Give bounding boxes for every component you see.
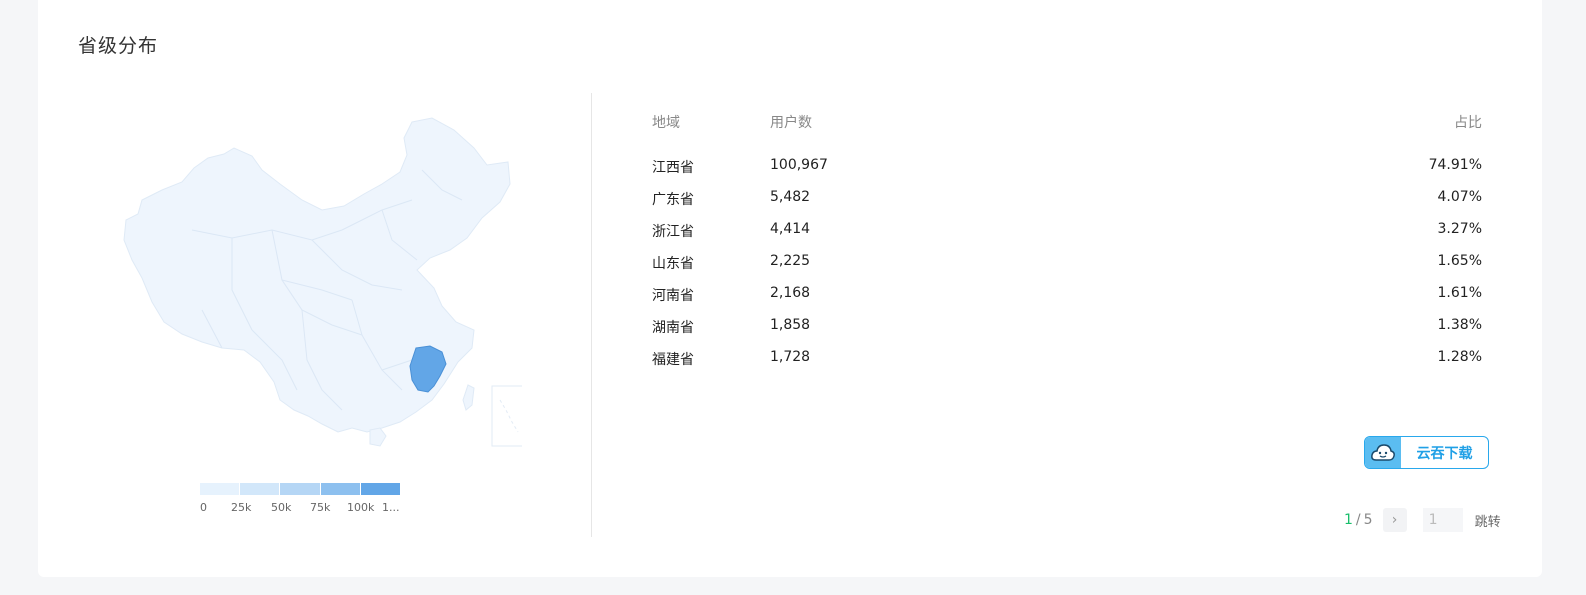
table-row: 江西省 100,967 74.91%	[652, 157, 1482, 189]
chevron-right-icon: ›	[1391, 512, 1398, 528]
legend-swatch	[240, 483, 281, 495]
legend-swatch	[320, 483, 361, 495]
legend-label: 100k	[347, 501, 375, 514]
row-ratio: 1.28%	[1437, 349, 1482, 365]
table-row: 山东省 2,225 1.65%	[652, 253, 1482, 285]
table-row: 广东省 5,482 4.07%	[652, 189, 1482, 221]
legend-gradient-bar	[200, 483, 401, 495]
pagination: 1 / 5 › 跳转	[1344, 508, 1501, 532]
page-separator: /	[1355, 512, 1361, 528]
cloud-download-label: 云吞下载	[1416, 445, 1473, 462]
row-ratio: 74.91%	[1428, 157, 1482, 173]
row-ratio: 1.61%	[1437, 285, 1482, 301]
header-ratio: 占比	[1454, 115, 1482, 131]
legend-label: 25k	[231, 501, 252, 514]
jump-button[interactable]: 跳转	[1475, 511, 1501, 530]
row-region: 浙江省	[652, 224, 694, 240]
divider	[591, 93, 592, 537]
south-sea-inset	[491, 385, 522, 447]
row-ratio: 4.07%	[1437, 189, 1482, 205]
legend-label: 75k	[310, 501, 331, 514]
page-current: 1	[1344, 512, 1353, 528]
legend-labels: 0 25k 50k 75k 100k 1...	[200, 501, 400, 517]
map-mainland[interactable]	[123, 117, 511, 433]
province-distribution-card: 省级分布 0 25k 50k 75k 100k 1... 地域 用户数 占比 江…	[38, 0, 1542, 577]
row-region: 江西省	[652, 160, 694, 176]
legend-swatch	[360, 483, 401, 495]
table-row: 福建省 1,728 1.28%	[652, 349, 1482, 381]
section-title: 省级分布	[78, 35, 159, 57]
legend-label: 1...	[382, 501, 400, 514]
row-users: 1,728	[770, 349, 811, 365]
row-region: 河南省	[652, 288, 694, 304]
row-region: 湖南省	[652, 320, 694, 336]
legend-swatch	[280, 483, 321, 495]
header-users: 用户数	[770, 115, 812, 131]
map-region-hainan[interactable]	[369, 427, 387, 447]
row-users: 1,858	[770, 317, 811, 333]
china-map	[82, 110, 522, 460]
header-region: 地域	[652, 115, 680, 131]
row-ratio: 3.27%	[1437, 221, 1482, 237]
next-page-button[interactable]: ›	[1382, 508, 1407, 532]
region-table: 地域 用户数 占比 江西省 100,967 74.91% 广东省 5,482 4.07% 浙…	[652, 112, 1482, 381]
page-total: 5	[1363, 512, 1373, 528]
table-body: 江西省 100,967 74.91% 广东省 5,482 4.07% 浙江省 4,414 3.2…	[652, 157, 1482, 381]
row-region: 山东省	[652, 256, 694, 272]
cloud-face-icon	[1365, 437, 1401, 468]
table-header: 地域 用户数 占比	[652, 112, 1482, 157]
table-row: 浙江省 4,414 3.27%	[652, 221, 1482, 253]
legend-label: 0	[200, 501, 207, 514]
china-map-svg	[123, 117, 522, 447]
map-region-taiwan[interactable]	[462, 384, 475, 411]
table-row: 河南省 2,168 1.61%	[652, 285, 1482, 317]
row-users: 2,225	[770, 253, 811, 269]
row-users: 2,168	[770, 285, 811, 301]
row-region: 福建省	[652, 352, 694, 368]
row-users: 5,482	[770, 189, 811, 205]
cloud-download-button[interactable]: 云吞下载	[1364, 436, 1489, 469]
map-legend: 0 25k 50k 75k 100k 1...	[200, 483, 401, 517]
row-ratio: 1.65%	[1437, 253, 1482, 269]
legend-label: 50k	[271, 501, 292, 514]
row-users: 4,414	[770, 221, 811, 237]
row-users: 100,967	[770, 157, 828, 173]
row-ratio: 1.38%	[1437, 317, 1482, 333]
legend-swatch	[200, 483, 241, 495]
table-row: 湖南省 1,858 1.38%	[652, 317, 1482, 349]
row-region: 广东省	[652, 192, 694, 208]
page-jump-input[interactable]	[1422, 508, 1463, 532]
